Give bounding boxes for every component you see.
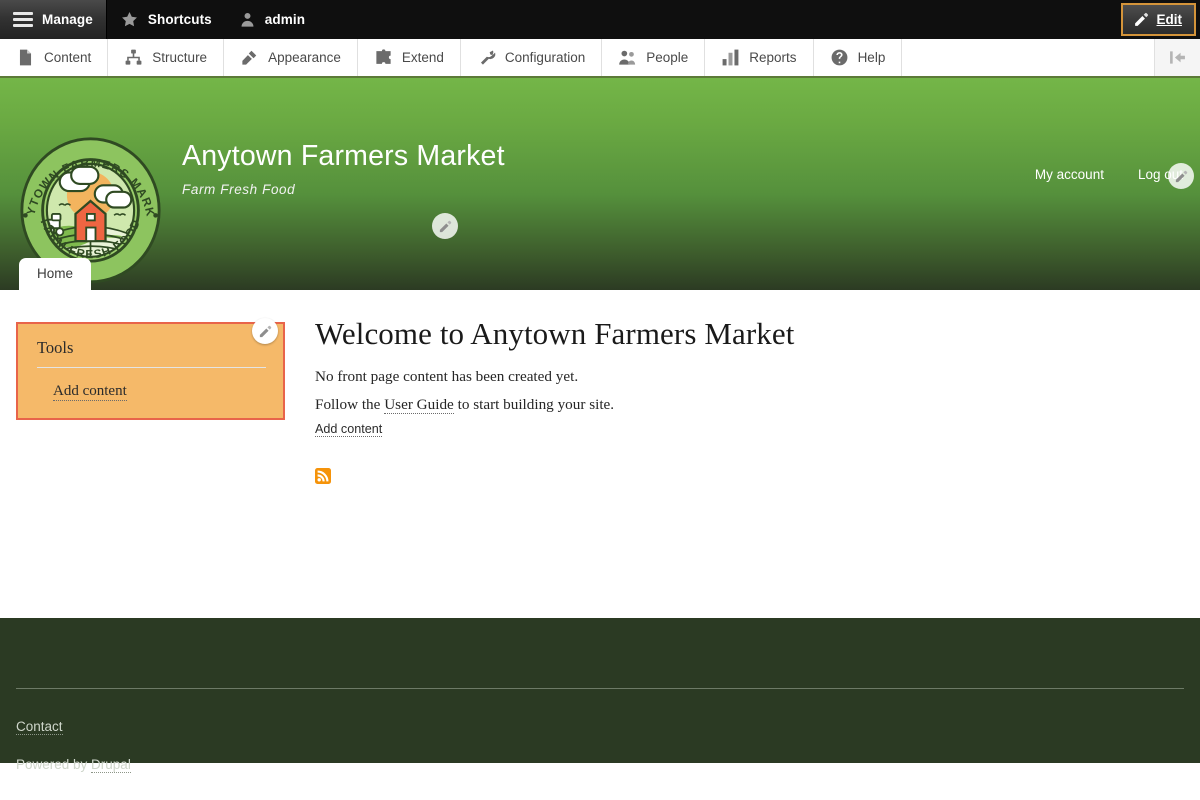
no-content-message: No front page content has been created y…	[315, 368, 579, 385]
site-branding-edit-button[interactable]	[432, 213, 458, 239]
toolbar-tab-user-label: admin	[264, 11, 306, 27]
toolbar-tab-manage[interactable]: Manage	[0, 0, 107, 39]
page-title: Welcome to Anytown Farmers Market	[315, 316, 795, 351]
user-guide-message: Follow the User Guide to start building …	[315, 395, 1055, 415]
sidebar-first: Tools Add content	[16, 318, 285, 420]
toolbar-menu-item-appearance[interactable]: Appearance	[224, 39, 358, 76]
toolbar-menu-item-configuration[interactable]: Configuration	[461, 39, 603, 76]
toolbar-menu-item-extend-label: Extend	[401, 50, 444, 65]
sitemap-icon	[125, 49, 142, 65]
pencil-icon	[1134, 12, 1148, 26]
user-guide-suffix: to start building your site.	[453, 395, 615, 413]
main-content: Welcome to Anytown Farmers Market No fro…	[315, 316, 1055, 484]
site-footer: Contact Powered by Drupal	[0, 618, 1200, 773]
toolbar-menu-spacer	[902, 39, 1155, 76]
site-branding: Anytown Farmers Market Farm Fresh Food	[182, 140, 505, 197]
toolbar-menu-item-content[interactable]: Content	[0, 39, 109, 76]
primary-tab-home[interactable]: Home	[19, 258, 92, 290]
admin-toolbar-menu: Content Structure Appearance Extend Conf…	[0, 39, 1200, 78]
toolbar-edit-region: Edit	[1120, 0, 1200, 39]
contextual-edit-toggle-label: Edit	[1156, 12, 1183, 27]
page-body: Tools Add content Welcome to Anytown Far…	[0, 290, 1200, 742]
pencil-icon	[259, 325, 271, 337]
admin-toolbar-bar: Manage Shortcuts admin Edit	[0, 0, 1200, 39]
pencil-icon	[439, 220, 451, 232]
footer-link-contact[interactable]: Contact	[16, 719, 63, 735]
block-tools-title: Tools	[37, 338, 266, 368]
block-tools-link-add-content[interactable]: Add content	[53, 383, 127, 401]
toolbar-menu-item-appearance-label: Appearance	[268, 50, 341, 65]
paint-roller-icon	[242, 50, 257, 65]
toolbar-menu-item-structure[interactable]: Structure	[108, 39, 225, 76]
question-circle-icon	[831, 49, 847, 66]
toolbar-menu-item-configuration-label: Configuration	[504, 50, 586, 65]
powered-by-drupal-link[interactable]: Drupal	[91, 757, 131, 773]
collapse-toolbar-icon	[1170, 51, 1185, 64]
wrench-icon	[480, 50, 496, 65]
site-name[interactable]: Anytown Farmers Market	[182, 140, 505, 173]
site-header: My account Log out YTOWN FARMERS MARK FA…	[0, 78, 1200, 321]
star-icon	[121, 12, 137, 27]
footer-divider	[16, 688, 1184, 689]
tools-block-edit-button[interactable]	[252, 318, 278, 344]
pencil-icon	[1175, 170, 1187, 182]
user-guide-link[interactable]: User Guide	[384, 395, 454, 414]
account-link-my-account[interactable]: My account	[1035, 167, 1104, 182]
block-tools[interactable]: Tools Add content	[16, 318, 285, 420]
toolbar-tab-shortcuts-label: Shortcuts	[147, 11, 212, 27]
toolbar-menu-item-help[interactable]: Help	[814, 39, 903, 76]
toolbar-menu-item-people-label: People	[646, 50, 689, 65]
powered-by-prefix: Powered by	[16, 757, 92, 772]
toolbar-menu-item-people[interactable]: People	[602, 39, 706, 76]
puzzle-piece-icon	[376, 49, 391, 64]
primary-tabs: Home	[0, 256, 1200, 290]
toolbar-tab-manage-label: Manage	[42, 11, 93, 27]
bar-chart-icon	[722, 49, 739, 66]
account-menu: My account Log out	[1035, 167, 1183, 182]
toolbar-menu-item-reports[interactable]: Reports	[705, 39, 814, 76]
document-icon	[19, 49, 32, 66]
block-tools-links: Add content	[53, 382, 266, 401]
toolbar-menu-item-extend[interactable]: Extend	[358, 39, 461, 76]
person-icon	[241, 12, 254, 27]
toolbar-menu-item-structure-label: Structure	[152, 50, 208, 65]
toolbar-menu-item-help-label: Help	[857, 50, 886, 65]
site-slogan: Farm Fresh Food	[182, 182, 296, 197]
user-guide-prefix: Follow the	[315, 395, 385, 413]
hamburger-icon	[13, 12, 33, 27]
rss-feed-icon[interactable]	[315, 467, 331, 484]
account-menu-edit-button[interactable]	[1168, 163, 1194, 189]
toolbar-tab-shortcuts[interactable]: Shortcuts	[107, 0, 226, 39]
toolbar-tab-user[interactable]: admin	[226, 0, 319, 39]
add-content-link[interactable]: Add content	[315, 422, 383, 437]
people-icon	[619, 50, 636, 65]
contextual-edit-toggle-button[interactable]: Edit	[1120, 3, 1196, 36]
toolbar-collapse-button[interactable]	[1155, 39, 1200, 76]
toolbar-menu-item-reports-label: Reports	[749, 50, 797, 65]
toolbar-menu-item-content-label: Content	[44, 50, 92, 65]
powered-by-text: Powered by Drupal	[16, 757, 131, 773]
